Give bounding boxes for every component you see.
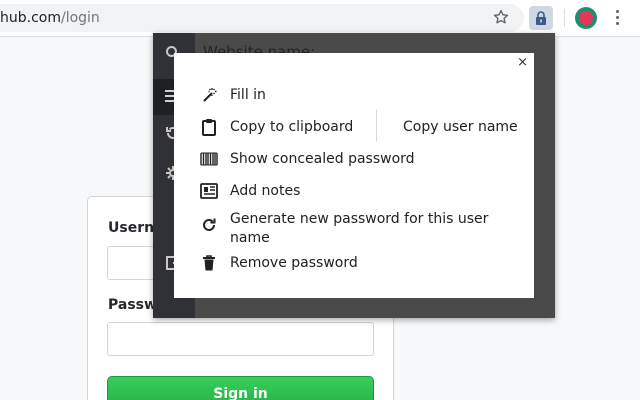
profile-avatar[interactable] <box>575 7 597 29</box>
url-text[interactable]: hub.com/login <box>0 10 100 26</box>
star-icon[interactable] <box>492 8 510 26</box>
menu-item-label: Copy to clipboard <box>230 119 354 135</box>
menu-vertical-separator <box>376 110 377 142</box>
url-host: hub.com <box>0 10 61 26</box>
entry-actions-menu: × Fill in Copy to clipboard Copy user na… <box>174 53 534 298</box>
menu-item-label: Show concealed password <box>230 151 415 167</box>
sign-in-button[interactable]: Sign in <box>107 376 374 400</box>
lock-icon <box>536 11 546 25</box>
trash-icon <box>203 255 215 271</box>
menu-item-label: Remove password <box>230 255 358 271</box>
refresh-icon <box>203 218 216 231</box>
close-icon[interactable]: × <box>517 56 528 70</box>
notes-icon <box>200 183 218 199</box>
barcode-icon <box>200 152 218 166</box>
browser-menu-icon[interactable] <box>614 10 620 26</box>
menu-item-copy-user-name[interactable]: Copy user name <box>403 119 518 135</box>
menu-item-label: Generate new password for this user name <box>230 211 489 246</box>
menu-item-label: Add notes <box>230 183 301 199</box>
password-field[interactable] <box>107 322 374 356</box>
toolbar-separator <box>564 9 565 27</box>
menu-item-label: Fill in <box>230 87 266 103</box>
browser-toolbar: hub.com/login <box>0 0 640 37</box>
password-manager-extension-button[interactable] <box>529 6 553 30</box>
magic-wand-icon <box>203 88 217 102</box>
url-path: /login <box>60 10 100 26</box>
clipboard-icon <box>202 119 216 136</box>
